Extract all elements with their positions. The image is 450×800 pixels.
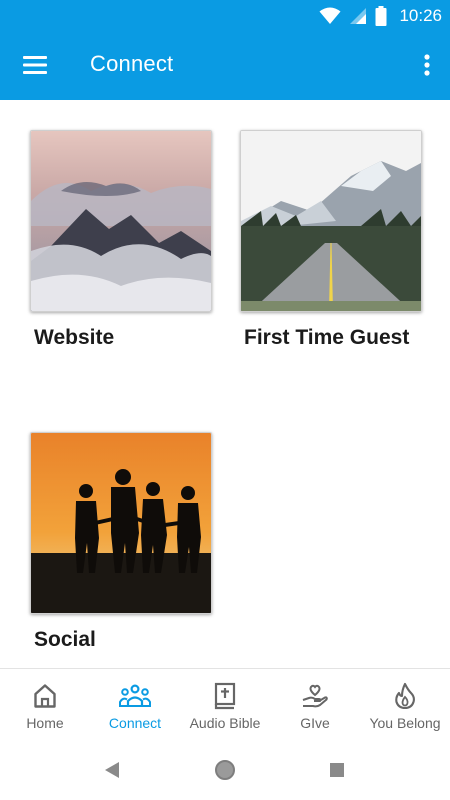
- app-bar: Connect: [0, 32, 450, 100]
- bottom-navigation: Home Connect Audio Bible GIve You Belong: [0, 668, 450, 741]
- back-triangle-icon: [105, 762, 119, 778]
- battery-icon: [375, 6, 387, 26]
- connect-grid: Website First Time Guest Social: [0, 100, 450, 668]
- card-first-time-guest-label: First Time Guest: [244, 326, 410, 349]
- status-time: 10:26: [399, 6, 442, 25]
- overflow-menu-button[interactable]: [422, 52, 432, 80]
- menu-button[interactable]: [22, 54, 48, 76]
- nav-item-home[interactable]: Home: [0, 669, 90, 741]
- system-home-button[interactable]: [214, 759, 236, 786]
- nav-label-audio-bible: Audio Bible: [189, 715, 261, 731]
- more-vertical-icon: [424, 54, 430, 76]
- home-circle-icon: [215, 760, 235, 780]
- nav-label-you-belong: You Belong: [369, 715, 441, 731]
- signal-icon: [350, 8, 367, 24]
- card-first-time-guest-image: [240, 130, 422, 312]
- flame-icon: [395, 682, 415, 710]
- nav-label-give: GIve: [300, 715, 330, 731]
- nav-label-home: Home: [26, 715, 64, 731]
- wifi-icon: [319, 7, 341, 24]
- nav-item-you-belong[interactable]: You Belong: [360, 669, 450, 741]
- giving-hand-icon: [302, 684, 328, 708]
- nav-label-connect: Connect: [108, 715, 162, 731]
- people-group-icon: [119, 684, 151, 707]
- system-navigation-bar: [0, 740, 450, 800]
- card-social-label: Social: [34, 628, 96, 651]
- system-back-button[interactable]: [104, 761, 120, 784]
- hamburger-menu-icon: [23, 56, 47, 74]
- recents-square-icon: [330, 763, 344, 777]
- card-social-image: [30, 432, 212, 614]
- status-bar: 10:26: [0, 0, 450, 32]
- card-website[interactable]: Website: [30, 130, 212, 350]
- home-icon: [34, 684, 56, 708]
- card-website-label: Website: [34, 326, 115, 349]
- bible-icon: [214, 682, 236, 710]
- nav-item-give[interactable]: GIve: [270, 669, 360, 741]
- system-recents-button[interactable]: [329, 762, 345, 783]
- nav-item-audio-bible[interactable]: Audio Bible: [180, 669, 270, 741]
- page-title: Connect: [90, 51, 174, 76]
- card-website-image: [30, 130, 212, 312]
- status-icons: 10:26: [319, 4, 442, 28]
- card-first-time-guest[interactable]: First Time Guest: [240, 130, 422, 350]
- nav-item-connect[interactable]: Connect: [90, 669, 180, 741]
- card-social[interactable]: Social: [30, 432, 212, 652]
